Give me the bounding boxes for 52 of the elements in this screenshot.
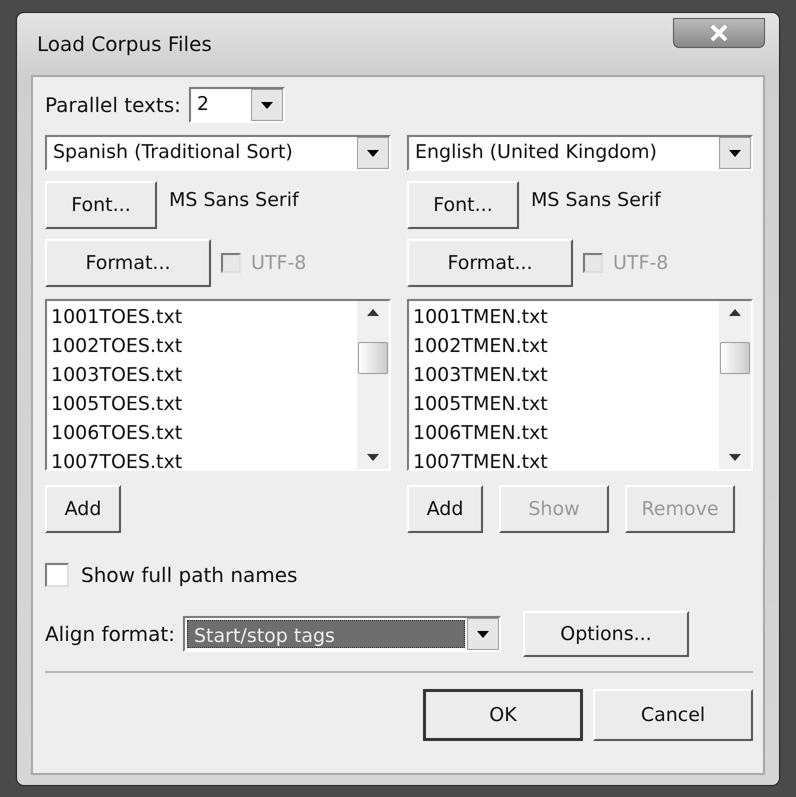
font-name: MS Sans Serif <box>531 188 661 211</box>
caret-icon <box>477 630 489 638</box>
file-item[interactable]: 1001TOES.txt <box>51 303 353 332</box>
file-item[interactable]: 1002TOES.txt <box>51 332 353 361</box>
scroll-thumb[interactable] <box>720 342 750 374</box>
font-name: MS Sans Serif <box>169 188 299 211</box>
window-title: Load Corpus Files <box>36 32 212 56</box>
list-action-button[interactable]: Add <box>45 485 121 533</box>
dropdown-button[interactable] <box>357 137 389 169</box>
caret-icon <box>260 102 273 108</box>
file-item[interactable]: 1005TOES.txt <box>51 390 353 419</box>
dialog-button[interactable]: OK <box>423 689 583 741</box>
scroll-up-icon[interactable] <box>367 309 379 316</box>
full-path-label: Show full path names <box>81 563 298 587</box>
scrollbar[interactable] <box>357 301 389 469</box>
font-button[interactable]: Font... <box>45 181 157 229</box>
file-item[interactable]: 1006TOES.txt <box>51 419 353 448</box>
file-item[interactable]: 1007TMEN.txt <box>413 448 715 469</box>
close-icon <box>710 25 728 41</box>
file-item[interactable]: 1003TOES.txt <box>51 361 353 390</box>
caret-icon <box>729 150 741 156</box>
file-item[interactable]: 1001TMEN.txt <box>413 303 715 332</box>
options-button[interactable]: Options... <box>523 611 689 657</box>
parallel-texts-label: Parallel texts: <box>45 93 181 117</box>
scroll-down-icon[interactable] <box>729 454 741 461</box>
file-item[interactable]: 1007TOES.txt <box>51 448 353 469</box>
list-action-button[interactable]: Add <box>407 485 483 533</box>
align-format-combo[interactable]: Start/stop tags <box>183 616 501 652</box>
file-item[interactable]: 1005TMEN.txt <box>413 390 715 419</box>
scroll-down-icon[interactable] <box>367 454 379 461</box>
dropdown-button[interactable] <box>250 89 283 121</box>
scroll-up-icon[interactable] <box>729 309 741 316</box>
language-combo[interactable]: Spanish (Traditional Sort) <box>45 135 391 171</box>
dropdown-button[interactable] <box>467 618 499 650</box>
utf8-label: UTF-8 <box>613 252 668 274</box>
scrollbar[interactable] <box>719 301 751 469</box>
dropdown-button[interactable] <box>719 137 751 169</box>
file-item[interactable]: 1003TMEN.txt <box>413 361 715 390</box>
close-button[interactable] <box>673 18 765 48</box>
dialog-button[interactable]: Cancel <box>593 689 753 741</box>
language-combo[interactable]: English (United Kingdom) <box>407 135 753 171</box>
format-button[interactable]: Format... <box>45 239 211 287</box>
full-path-checkbox[interactable] <box>45 563 69 587</box>
parallel-texts-combo[interactable]: 2 <box>188 87 285 123</box>
utf8-label: UTF-8 <box>251 252 306 274</box>
align-format-label: Align format: <box>45 622 175 646</box>
format-button[interactable]: Format... <box>407 239 573 287</box>
font-button[interactable]: Font... <box>407 181 519 229</box>
file-item[interactable]: 1006TMEN.txt <box>413 419 715 448</box>
scroll-thumb[interactable] <box>358 342 388 374</box>
caret-icon <box>367 150 379 156</box>
file-item[interactable]: 1002TMEN.txt <box>413 332 715 361</box>
